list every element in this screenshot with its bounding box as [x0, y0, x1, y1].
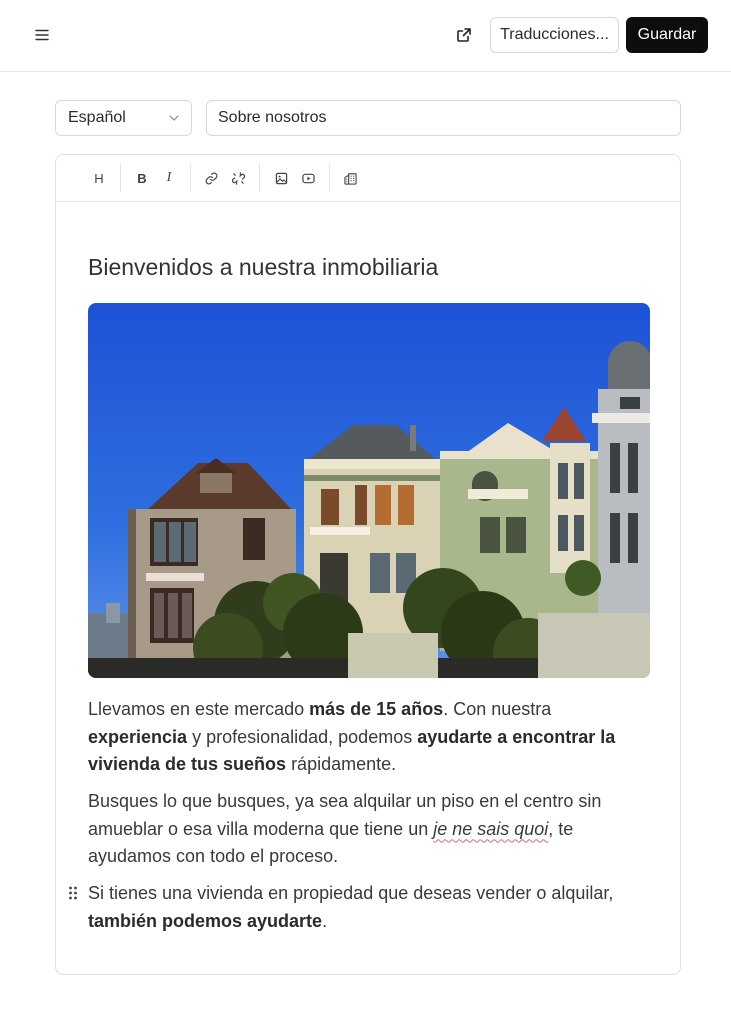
- translations-button[interactable]: Traducciones...: [490, 17, 619, 53]
- open-external-button[interactable]: [450, 21, 478, 49]
- paragraph-owners: Si tienes una vivienda en propiedad que …: [88, 883, 614, 931]
- language-select-value: Español: [68, 109, 126, 126]
- bold-button[interactable]: B: [130, 165, 154, 191]
- toolbar-divider: [190, 164, 191, 192]
- editor-toolbar: H B I: [56, 155, 680, 202]
- rich-text-editor: H B I Bienvenidos a nuestra inmobiliaria…: [55, 154, 681, 975]
- external-link-icon: [457, 28, 471, 42]
- video-icon: [301, 173, 315, 183]
- content-heading: Bienvenidos a nuestra inmobiliaria: [88, 254, 439, 280]
- misspelled-phrase[interactable]: je ne sais quoi: [433, 819, 548, 839]
- building-icon: [343, 172, 357, 185]
- toolbar-divider: [259, 164, 260, 192]
- insert-property-button[interactable]: [338, 165, 362, 191]
- unlink-button[interactable]: [226, 165, 250, 191]
- victorian-houses-photo: [88, 303, 650, 678]
- toolbar-divider: [120, 164, 121, 192]
- italic-button-label: I: [166, 170, 172, 185]
- heading-button[interactable]: H: [87, 165, 111, 191]
- language-select[interactable]: Español: [55, 100, 192, 136]
- menu-button[interactable]: [28, 21, 56, 49]
- image-icon: [275, 172, 287, 184]
- drag-handle-icon: [69, 886, 77, 900]
- link-icon: [205, 172, 217, 184]
- link-button[interactable]: [199, 165, 223, 191]
- block-drag-handle[interactable]: [68, 885, 78, 901]
- paragraph-services: Busques lo que busques, ya sea alquilar …: [88, 791, 602, 866]
- top-bar: Traducciones... Guardar: [0, 0, 731, 72]
- heading-button-label: H: [94, 170, 104, 186]
- chevron-down-icon: [169, 115, 179, 121]
- insert-image-button[interactable]: [269, 165, 293, 191]
- page-title-input[interactable]: [206, 100, 681, 136]
- italic-button[interactable]: I: [157, 165, 181, 191]
- hero-image[interactable]: [88, 303, 650, 678]
- toolbar-divider: [329, 164, 330, 192]
- unlink-icon: [231, 171, 245, 185]
- paragraph-intro: Llevamos en este mercado más de 15 años.…: [88, 699, 616, 774]
- insert-video-button[interactable]: [296, 165, 320, 191]
- bold-button-label: B: [137, 170, 147, 186]
- save-button[interactable]: Guardar: [626, 17, 708, 53]
- menu-icon: [35, 29, 49, 41]
